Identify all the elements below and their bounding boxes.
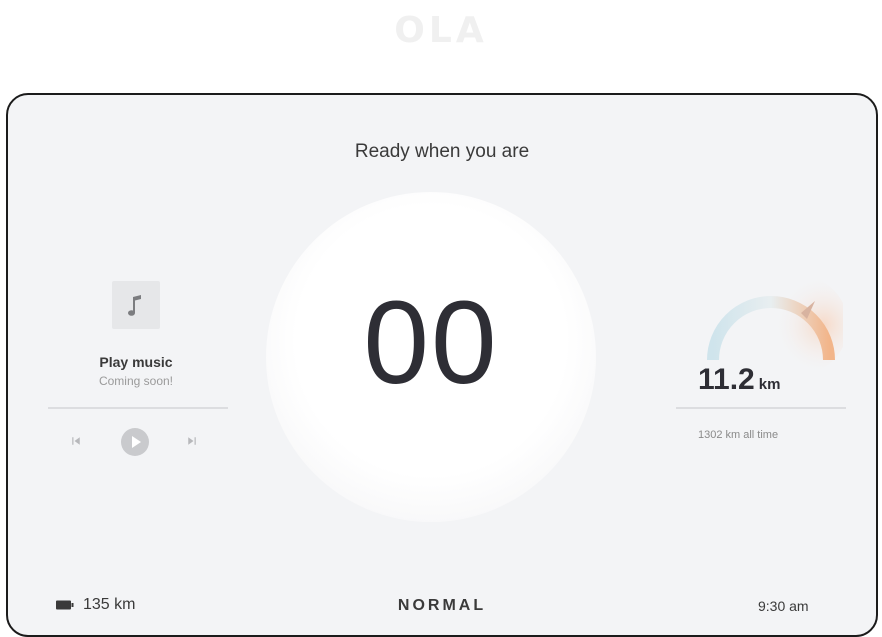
music-divider xyxy=(48,407,228,409)
music-note-icon[interactable] xyxy=(112,281,160,329)
music-status: Coming soon! xyxy=(98,374,174,388)
clock: 9:30 am xyxy=(758,598,809,614)
trip-divider xyxy=(676,407,846,409)
page-title: Ready when you are xyxy=(354,141,530,162)
trip-distance-value: 11.2 xyxy=(698,363,755,396)
trip-gauge-icon xyxy=(707,275,843,375)
play-icon[interactable] xyxy=(121,428,149,456)
speed-readout: 00 xyxy=(363,277,499,409)
dashboard-screen: Ready when you are 00 Play music Coming … xyxy=(6,93,878,637)
ola-logo: OLA xyxy=(394,10,488,51)
previous-track-icon[interactable] xyxy=(68,433,84,449)
trip-distance: 11.2 km xyxy=(698,363,780,397)
trip-distance-unit: km xyxy=(758,376,781,393)
music-note-glyph xyxy=(128,295,141,316)
ride-mode[interactable]: NORMAL xyxy=(8,597,876,615)
next-track-icon[interactable] xyxy=(184,433,200,449)
trip-total-distance: 1302 km all time xyxy=(698,429,779,441)
music-label: Play music xyxy=(99,354,173,370)
